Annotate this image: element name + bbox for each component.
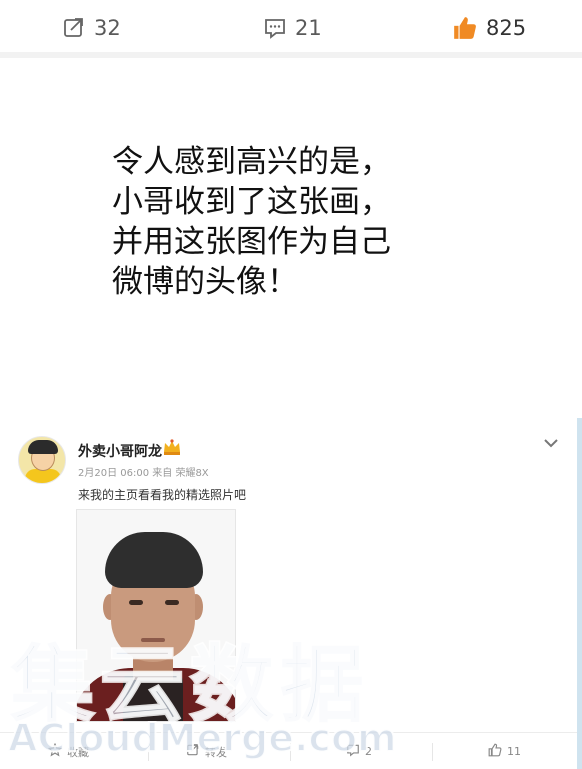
repost-button[interactable]: 32: [62, 14, 121, 42]
comment-button[interactable]: 21: [263, 14, 322, 42]
comment-icon: [263, 16, 287, 40]
caption-line: 并用这张图作为自己: [112, 224, 391, 260]
post-like-button[interactable]: 11: [488, 743, 521, 760]
post-text: 来我的主页看看我的精选照片吧: [78, 488, 247, 502]
watermark-latin: ACloudMerge.com: [7, 715, 398, 761]
like-count: 825: [486, 16, 527, 40]
crown-badge-icon: [162, 438, 182, 456]
post-like-count: 11: [507, 745, 521, 758]
divider: [432, 743, 433, 761]
repost-icon: [62, 16, 86, 40]
caption-line: 微博的头像！: [112, 264, 298, 300]
comment-count: 21: [295, 16, 322, 40]
repost-count: 32: [94, 16, 121, 40]
caption-line: 令人感到高兴的是，: [112, 144, 391, 180]
post-meta: 2月20日 06:00 来自 荣耀8X: [78, 468, 209, 479]
post-username[interactable]: 外卖小哥阿龙: [78, 441, 162, 461]
thumbs-up-icon: [488, 743, 502, 760]
thumbs-up-icon: [452, 15, 478, 41]
like-button[interactable]: 825: [452, 14, 526, 42]
chevron-down-icon[interactable]: [544, 433, 558, 448]
caption-line: 小哥收到了这张画，: [112, 184, 391, 220]
avatar[interactable]: [18, 436, 66, 484]
caption-text: 令人感到高兴的是， 小哥收到了这张画， 并用这张图作为自己 微博的头像！: [112, 142, 452, 302]
scroll-edge: [577, 418, 582, 769]
top-action-bar: 32 21 825: [0, 0, 582, 58]
